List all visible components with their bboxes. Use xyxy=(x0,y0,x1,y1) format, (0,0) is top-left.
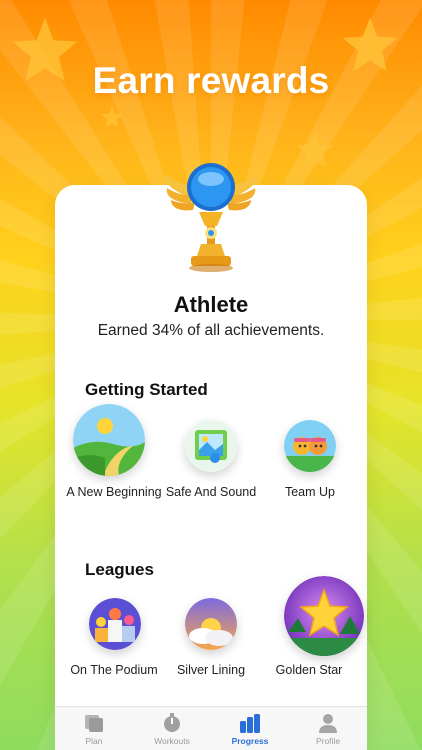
tab-bar: Plan Workouts Progress Profile xyxy=(55,706,367,750)
tab-label: Profile xyxy=(315,736,341,746)
cloud-sunset-icon xyxy=(185,598,237,650)
star-decoration-icon xyxy=(100,105,124,128)
achievement-title: Athlete xyxy=(173,292,249,317)
badge-golden-star[interactable] xyxy=(284,576,364,656)
badge-label: A New Beginning xyxy=(66,485,162,499)
cards-icon xyxy=(85,715,103,732)
badge-label: Safe And Sound xyxy=(165,485,257,499)
tab-label: Workouts xyxy=(154,736,190,746)
sunrise-path-icon xyxy=(73,404,145,476)
tab-label: Plan xyxy=(85,736,103,746)
tab-profile[interactable]: Profile xyxy=(289,707,367,750)
tab-workouts[interactable]: Workouts xyxy=(133,707,211,750)
bar-chart-icon xyxy=(240,714,260,733)
section-title-leagues: Leagues xyxy=(85,560,154,579)
tab-plan[interactable]: Plan xyxy=(55,707,133,750)
achievement-subtitle: Earned 34% of all achievements. xyxy=(97,322,325,339)
golden-star-icon xyxy=(284,576,364,656)
person-icon xyxy=(319,714,337,733)
photo-frame-icon xyxy=(185,420,237,472)
stopwatch-icon xyxy=(164,713,180,732)
badge-team-up[interactable] xyxy=(284,420,336,472)
badge-label: Team Up xyxy=(284,485,336,499)
tab-label: Progress xyxy=(231,736,269,746)
tab-progress[interactable]: Progress xyxy=(211,707,289,750)
team-faces-icon xyxy=(284,420,336,472)
section-title-getting-started: Getting Started xyxy=(85,380,208,399)
star-decoration-icon xyxy=(296,131,334,168)
badge-label: Golden Star xyxy=(275,663,343,677)
badge-safe-and-sound[interactable] xyxy=(185,420,237,472)
badge-label: Silver Lining xyxy=(176,663,246,677)
podium-icon xyxy=(89,598,141,650)
badge-a-new-beginning[interactable] xyxy=(73,404,145,476)
trophy-icon xyxy=(164,163,258,272)
badge-on-the-podium[interactable] xyxy=(89,598,141,650)
badge-silver-lining[interactable] xyxy=(185,598,237,650)
badge-label: On The Podium xyxy=(70,663,158,677)
headline: Earn rewards xyxy=(92,60,330,101)
